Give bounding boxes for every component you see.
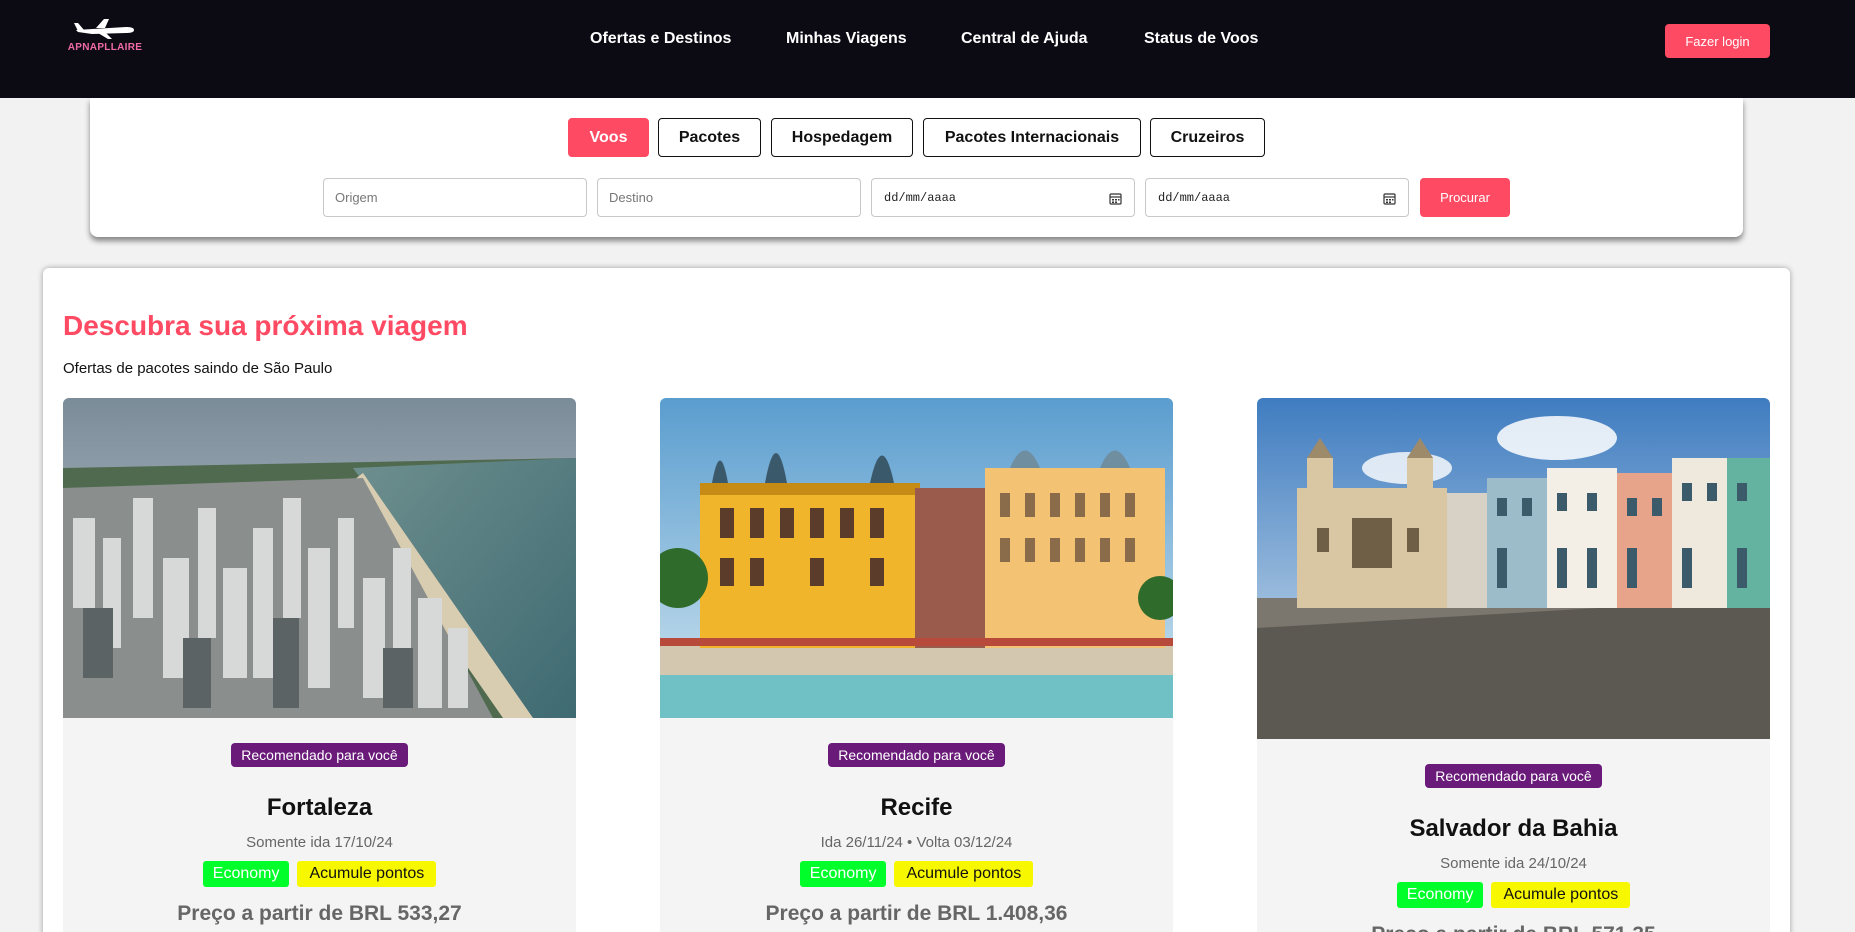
search-panel: Voos Pacotes Hospedagem Pacotes Internac…	[90, 98, 1743, 237]
destination-card-recife[interactable]: Recomendado para você Recife Ida 26/11/2…	[660, 398, 1173, 932]
recommended-badge-label: Recomendado para você	[1425, 764, 1602, 788]
recommended-badge-label: Recomendado para você	[231, 743, 408, 767]
destination-city: Recife	[880, 794, 953, 821]
destination-city: Fortaleza	[266, 794, 373, 821]
return-date-placeholder: dd/mm/aaaa	[1158, 191, 1231, 205]
economy-tag: Economy	[202, 861, 290, 887]
nav-minhas-viagens[interactable]: Minhas Viagens	[786, 30, 907, 48]
destination-card-salvador[interactable]: Recomendado para você Salvador da Bahia …	[1257, 398, 1770, 932]
tab-pacotes[interactable]: Pacotes	[658, 118, 761, 157]
card-price: Preço a partir de BRL 571,35	[1257, 923, 1770, 932]
nav-status-voos[interactable]: Status de Voos	[1144, 30, 1258, 48]
tab-hospedagem[interactable]: Hospedagem	[771, 118, 913, 157]
travel-dates: Ida 26/11/24 • Volta 03/12/24	[820, 834, 1013, 851]
offers-section: Descubra sua próxima viagem Ofertas de p…	[43, 268, 1790, 932]
section-title: Descubra sua próxima viagem	[63, 310, 468, 341]
points-tag: Acumule pontos	[1491, 882, 1631, 908]
nav-central-ajuda[interactable]: Central de Ajuda	[961, 30, 1088, 48]
recommended-badge: Recomendado para você	[1257, 764, 1770, 788]
main-nav: Ofertas e Destinos Minhas Viagens Centra…	[0, 30, 1855, 50]
top-header: APNAPLLAIRE Ofertas e Destinos Minhas Vi…	[0, 0, 1855, 98]
economy-tag: Economy	[1396, 882, 1484, 908]
card-price: Preço a partir de BRL 1.408,36	[765, 902, 1068, 925]
travel-dates: Somente ida 17/10/24	[246, 834, 393, 851]
destination-city: Salvador da Bahia	[1409, 815, 1618, 842]
card-tags: Economy Acumule pontos	[63, 861, 576, 887]
card-price: Preço a partir de BRL 533,27	[177, 902, 462, 925]
origin-input[interactable]	[323, 178, 587, 217]
tab-cruzeiros[interactable]: Cruzeiros	[1150, 118, 1265, 157]
points-tag: Acumule pontos	[894, 861, 1034, 887]
recommended-badge: Recomendado para você	[63, 743, 576, 767]
departure-date-placeholder: dd/mm/aaaa	[884, 191, 957, 205]
recommended-badge-label: Recomendado para você	[828, 743, 1005, 767]
card-tags: Economy Acumule pontos	[1257, 882, 1770, 908]
destination-image-recife	[660, 398, 1173, 718]
destination-card-fortaleza[interactable]: Recomendado para você Fortaleza Somente …	[63, 398, 576, 932]
calendar-icon[interactable]	[1109, 192, 1122, 205]
destination-input[interactable]	[597, 178, 861, 217]
section-subtitle: Ofertas de pacotes saindo de São Paulo	[63, 360, 333, 377]
destination-image-fortaleza	[63, 398, 576, 718]
return-date-input[interactable]: dd/mm/aaaa	[1145, 178, 1409, 217]
recommended-badge: Recomendado para você	[660, 743, 1173, 767]
calendar-icon[interactable]	[1383, 192, 1396, 205]
points-tag: Acumule pontos	[297, 861, 437, 887]
nav-ofertas[interactable]: Ofertas e Destinos	[590, 30, 731, 48]
card-tags: Economy Acumule pontos	[660, 861, 1173, 887]
search-button[interactable]: Procurar	[1420, 178, 1510, 217]
economy-tag: Economy	[799, 861, 887, 887]
departure-date-input[interactable]: dd/mm/aaaa	[871, 178, 1135, 217]
destination-image-salvador	[1257, 398, 1770, 739]
tab-voos[interactable]: Voos	[568, 118, 649, 157]
tab-pacotes-internacionais[interactable]: Pacotes Internacionais	[923, 118, 1141, 157]
login-button[interactable]: Fazer login	[1665, 24, 1770, 58]
travel-dates: Somente ida 24/10/24	[1440, 855, 1587, 872]
